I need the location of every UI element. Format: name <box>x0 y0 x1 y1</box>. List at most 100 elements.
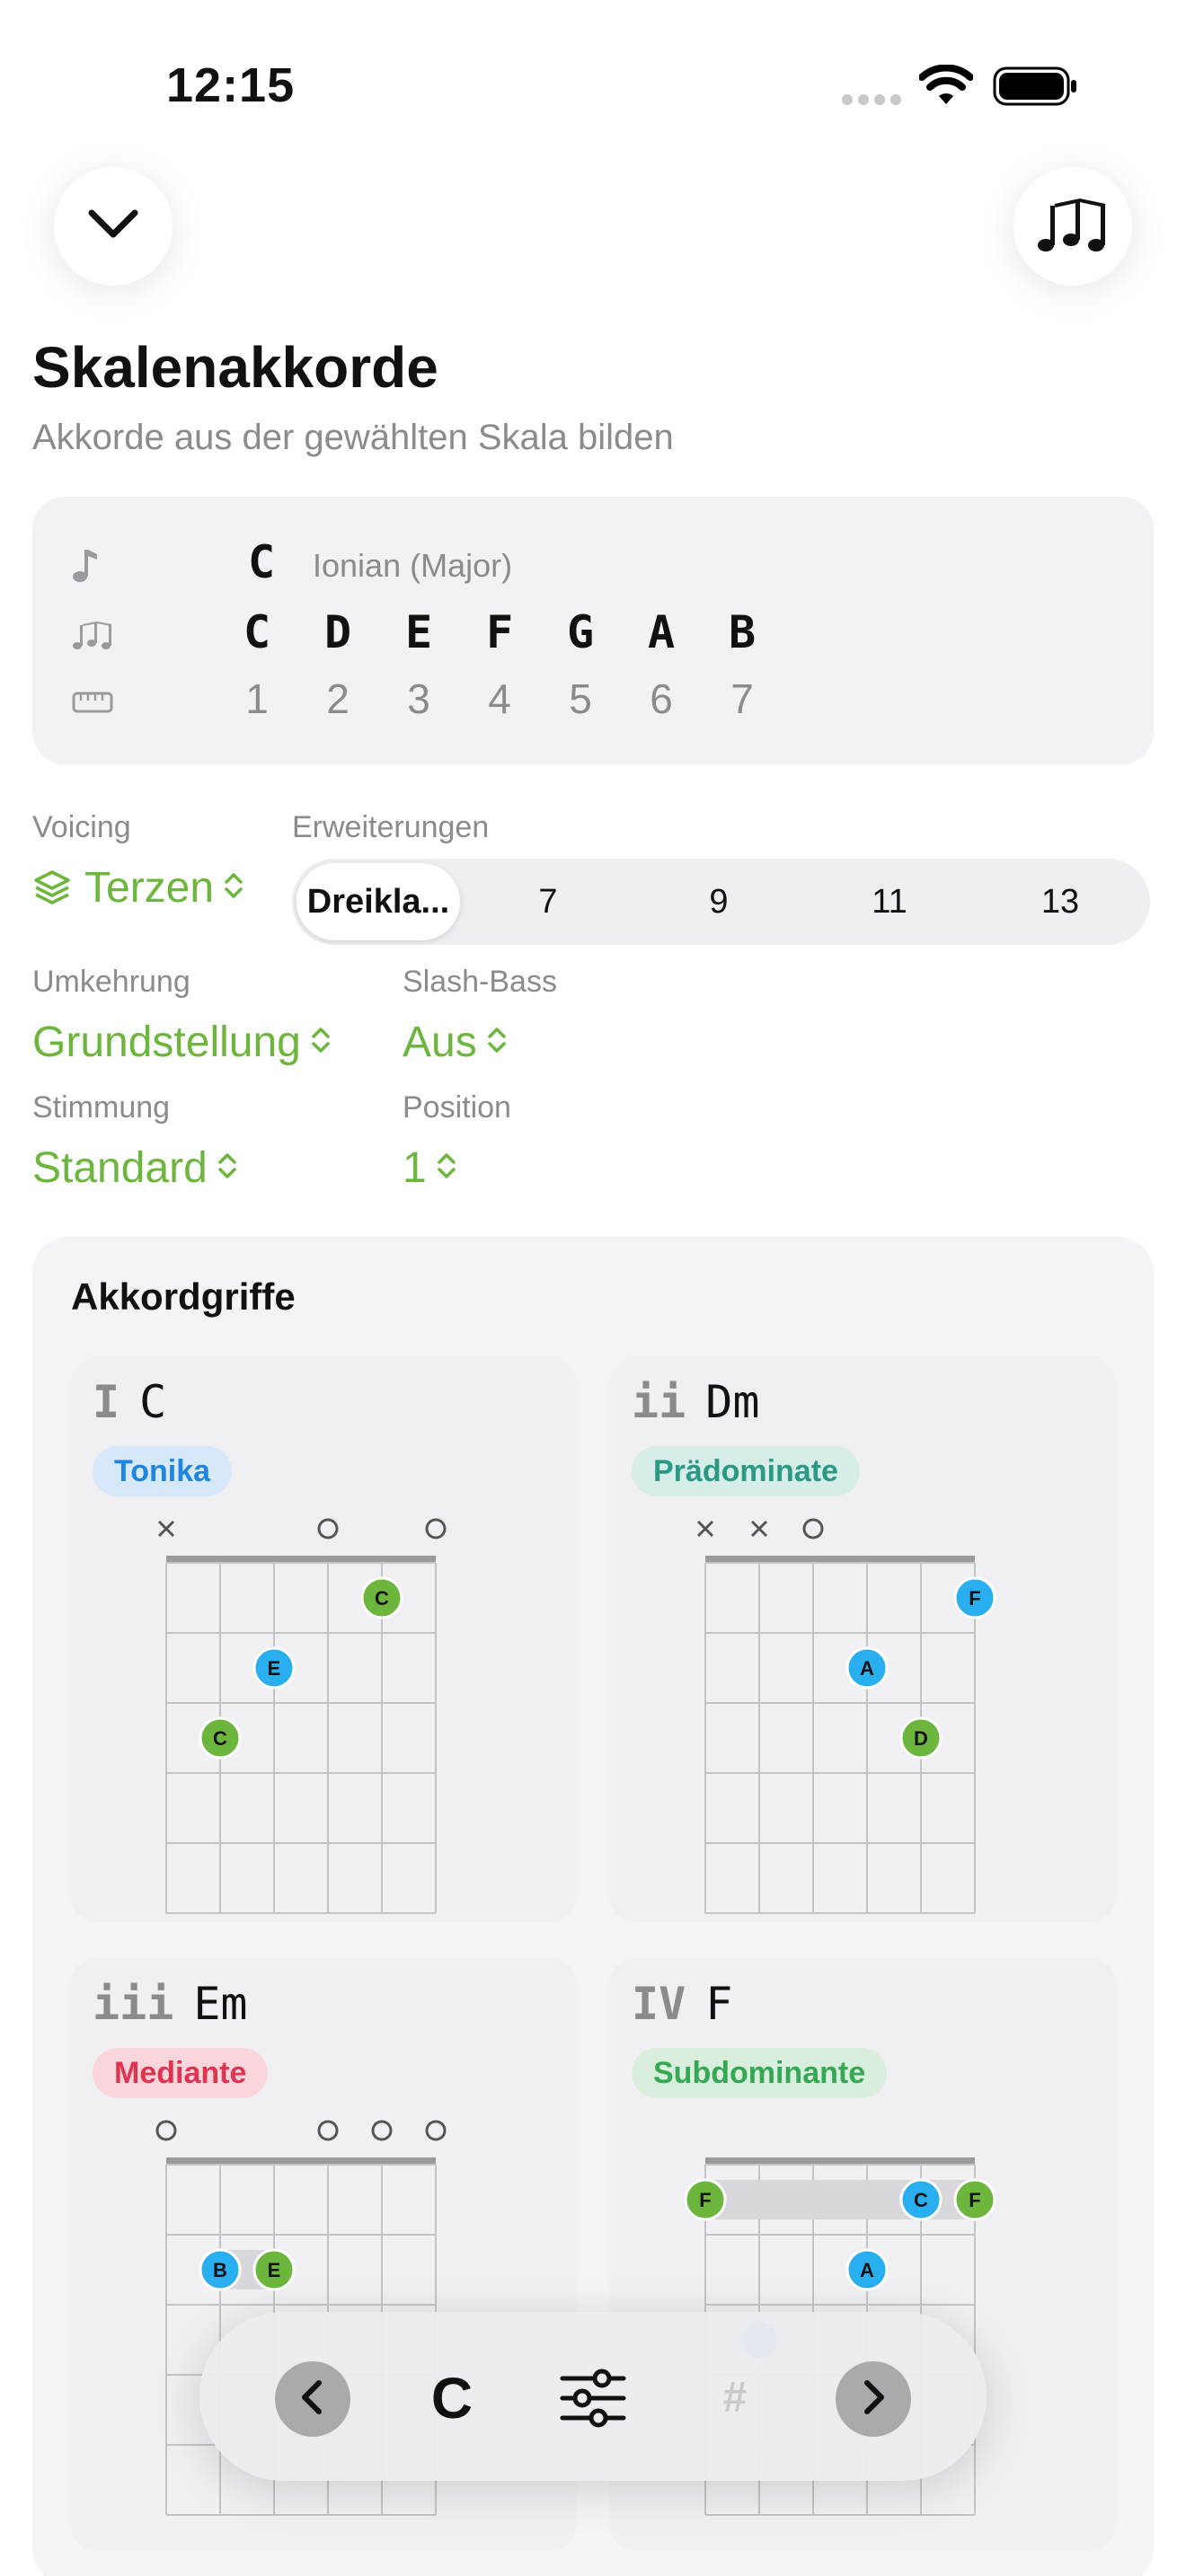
chord-cell[interactable]: I C Tonika C E C <box>71 1356 576 1922</box>
chord-cell[interactable]: ii Dm Prädominate F A D <box>610 1356 1115 1922</box>
inversion-picker[interactable]: Grundstellung <box>32 1013 332 1071</box>
chord-heading: IC <box>93 1376 166 1428</box>
cellular-signal-icon <box>841 93 904 106</box>
finger-dot-label: C <box>213 1727 227 1750</box>
nut <box>705 2157 975 2165</box>
finger-dot-label: F <box>969 1587 980 1610</box>
open-string-marker <box>425 1518 447 1539</box>
chevron-updown-icon <box>436 1150 457 1187</box>
scale-degree: 7 <box>730 675 754 722</box>
inversion-value: Grundstellung <box>32 1018 301 1066</box>
chord-name: Em <box>193 1978 248 2030</box>
open-string-marker <box>155 2120 177 2141</box>
voicing-picker[interactable]: Terzen <box>32 859 244 916</box>
nut <box>166 2157 436 2165</box>
chord-name: C <box>139 1376 167 1428</box>
music-notes-icon <box>1037 195 1109 259</box>
next-button[interactable] <box>836 2361 911 2437</box>
sharp-button[interactable]: # <box>710 2366 760 2430</box>
scale-degree: 4 <box>488 675 511 722</box>
chord-function-badge: Tonika <box>93 1446 233 1496</box>
inversion-label: Umkehrung <box>32 965 190 999</box>
open-string-marker <box>802 1518 824 1539</box>
chevron-updown-icon <box>486 1024 508 1061</box>
scale-card[interactable]: C Ionian (Major) CDEFGAB 1 2 3 4 5 6 7 <box>32 497 1154 764</box>
slash-bass-picker[interactable]: Aus <box>403 1013 508 1071</box>
scale-note: B <box>728 606 757 658</box>
scale-notes-row: CDEFGAB <box>230 606 859 664</box>
open-string-marker <box>371 2120 393 2141</box>
extension-option-triad[interactable]: Dreikla... <box>296 863 460 940</box>
tuning-picker[interactable]: Standard <box>32 1139 238 1196</box>
chevron-updown-icon <box>223 869 244 906</box>
position-picker[interactable]: 1 <box>403 1139 457 1196</box>
chord-name: F <box>705 1978 733 2030</box>
key-button[interactable]: C <box>420 2362 483 2434</box>
scale-root: C <box>248 536 276 588</box>
status-time: 12:15 <box>166 58 296 112</box>
tuning-label: Stimmung <box>32 1090 171 1125</box>
wifi-icon <box>918 64 974 106</box>
previous-button[interactable] <box>275 2361 350 2437</box>
scale-degree: 3 <box>407 675 430 722</box>
notes-button[interactable] <box>1013 167 1132 286</box>
sliders-icon <box>557 2369 629 2432</box>
chord-heading: IV F <box>632 1978 732 2030</box>
chevron-updown-icon <box>217 1150 238 1187</box>
scale-note: D <box>323 606 352 658</box>
scale-note: A <box>647 606 676 658</box>
nut <box>166 1556 436 1563</box>
layers-icon <box>32 868 72 907</box>
scale-degree: 5 <box>569 675 592 722</box>
finger-dot-label: F <box>699 2189 711 2211</box>
scale-notes-icon <box>72 620 113 655</box>
voicing-label: Voicing <box>32 810 131 844</box>
scale-degree: 1 <box>245 675 269 722</box>
chord-heading: iii Em <box>93 1978 248 2030</box>
position-label: Position <box>403 1090 511 1125</box>
barre-bar <box>686 2180 995 2219</box>
tuning-value: Standard <box>32 1143 208 1192</box>
finger-dot-label: E <box>268 2259 281 2281</box>
page-title: Skalenakkorde <box>32 335 438 400</box>
nut <box>705 1556 975 1563</box>
chord-function-badge: Subdominante <box>632 2048 888 2098</box>
screen: 12:15 Skalenakkorde Akkorde aus der gewä… <box>0 0 1186 2576</box>
finger-dot-label: D <box>914 1727 928 1750</box>
finger-dot-label: B <box>213 2259 227 2281</box>
fretboard-diagram: F A D <box>696 1518 996 1914</box>
slash-bass-value: Aus <box>403 1018 477 1066</box>
extension-option-11[interactable]: 11 <box>804 863 975 940</box>
scale-note: E <box>404 606 433 658</box>
settings-sliders-button[interactable] <box>557 2368 629 2429</box>
chord-heading: ii Dm <box>632 1376 759 1428</box>
ruler-icon <box>72 691 113 719</box>
scale-degree: 6 <box>650 675 673 722</box>
slash-bass-label: Slash-Bass <box>403 965 557 999</box>
fretboard-diagram: C E C <box>157 1518 447 1914</box>
extension-option-13[interactable]: 13 <box>975 863 1146 940</box>
open-string-marker <box>317 2120 339 2141</box>
extension-option-9[interactable]: 9 <box>633 863 804 940</box>
chord-roman-numeral: I <box>93 1376 120 1428</box>
collapse-button[interactable] <box>54 167 173 286</box>
scale-note: F <box>485 606 514 658</box>
extensions-label: Erweiterungen <box>292 810 490 844</box>
scale-degree: 2 <box>326 675 350 722</box>
open-string-marker <box>317 1518 339 1539</box>
chord-name: Dm <box>705 1376 760 1428</box>
scale-note: C <box>243 606 271 658</box>
chevron-right-icon <box>860 2379 887 2420</box>
scale-degrees-row: 1 2 3 4 5 6 7 <box>230 675 859 732</box>
voicing-value: Terzen <box>84 863 215 912</box>
finger-dot-label: A <box>860 1657 874 1680</box>
muted-string-marker <box>750 1520 768 1538</box>
finger-dot-label: A <box>860 2259 874 2281</box>
chord-roman-numeral: IV <box>632 1978 686 2030</box>
chevron-left-icon <box>299 2379 326 2420</box>
muted-string-marker <box>696 1520 714 1538</box>
finger-dot-label: E <box>268 1657 281 1680</box>
chord-function-badge: Mediante <box>93 2048 269 2098</box>
extension-option-7[interactable]: 7 <box>463 863 633 940</box>
battery-icon <box>993 66 1079 106</box>
